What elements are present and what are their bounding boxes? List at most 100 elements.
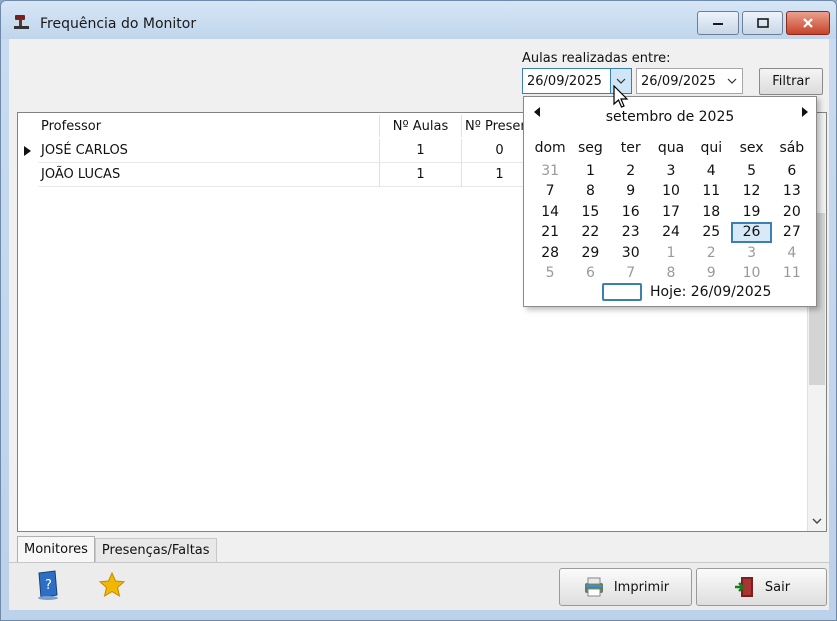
date-to-value: 26/09/2025 (641, 73, 716, 89)
calendar-day-selected[interactable]: 26 (731, 222, 772, 243)
bottom-toolbar: ? Imprimir Sair (9, 562, 829, 610)
cell-professor[interactable]: JOÃO LUCAS (38, 163, 380, 187)
cell-professor[interactable]: JOSÉ CARLOS (38, 139, 380, 163)
calendar-day[interactable]: 19 (731, 202, 771, 222)
weekday-label: dom (534, 140, 566, 156)
calendar-day[interactable]: 20 (772, 202, 812, 222)
title-bar[interactable]: Frequência do Monitor (1, 1, 836, 39)
calendar-day[interactable]: 3 (731, 243, 771, 263)
app-window: Frequência do Monitor Aulas realizadas e… (0, 0, 837, 621)
calendar-day[interactable]: 6 (772, 161, 812, 181)
calendar-day[interactable]: 17 (651, 202, 691, 222)
calendar-day[interactable]: 8 (570, 181, 610, 201)
calendar-day[interactable]: 9 (611, 181, 651, 201)
calendar-day[interactable]: 25 (691, 222, 731, 242)
minimize-button[interactable] (697, 11, 739, 35)
tab-strip: Monitores Presenças/Faltas (17, 536, 217, 562)
calendar-day[interactable]: 10 (731, 263, 771, 283)
calendar-day[interactable]: 2 (611, 161, 651, 181)
cell-aulas[interactable]: 1 (380, 163, 462, 187)
calendar-day[interactable]: 2 (691, 243, 731, 263)
calendar-day[interactable]: 21 (530, 222, 570, 242)
calendar-day[interactable]: 1 (651, 243, 691, 263)
calendar-day[interactable]: 11 (691, 181, 731, 201)
weekday-label: sex (739, 140, 764, 156)
today-swatch (602, 283, 642, 301)
calendar-day[interactable]: 12 (731, 181, 771, 201)
column-header-aulas[interactable]: Nº Aulas (380, 115, 462, 137)
calendar-day[interactable]: 22 (570, 222, 610, 242)
help-button[interactable]: ? (33, 569, 63, 601)
calendar-day[interactable]: 16 (611, 202, 651, 222)
calendar-day[interactable]: 5 (731, 161, 771, 181)
calendar-weekday-header: dom seg ter qua qui sex sáb (530, 140, 812, 156)
calendar-day[interactable]: 11 (772, 263, 812, 283)
exit-label: Sair (764, 579, 791, 595)
calendar-day[interactable]: 6 (570, 263, 610, 283)
calendar-day[interactable]: 7 (530, 181, 570, 201)
calendar-month-title[interactable]: setembro de 2025 (524, 109, 816, 125)
weekday-label: qua (657, 140, 685, 156)
maximize-icon (756, 18, 769, 28)
next-month-button[interactable] (802, 107, 808, 120)
calendar-week: 7 8 9 10 11 12 13 (530, 181, 812, 201)
tab-presencas-faltas[interactable]: Presenças/Faltas (94, 538, 217, 562)
calendar-day[interactable]: 28 (530, 243, 570, 263)
calendar-day[interactable]: 7 (611, 263, 651, 283)
close-icon (803, 18, 813, 28)
column-header-professor[interactable]: Professor (38, 115, 380, 137)
calendar-week: 21 22 23 24 25 26 27 (530, 222, 812, 243)
weekday-label: ter (620, 140, 641, 156)
calendar-popup: setembro de 2025 dom seg ter qua qui sex… (523, 96, 817, 307)
calendar-day[interactable]: 30 (611, 243, 651, 263)
today-label: Hoje: 26/09/2025 (650, 284, 772, 300)
calendar-day[interactable]: 8 (651, 263, 691, 283)
date-from-value: 26/09/2025 (527, 73, 602, 89)
table-row[interactable]: JOSÉ CARLOS 1 0 (18, 139, 538, 163)
scroll-down-icon[interactable] (808, 514, 826, 527)
calendar-day[interactable]: 18 (691, 202, 731, 222)
date-to-dropdown-button[interactable] (722, 69, 742, 93)
calendar-day[interactable]: 3 (651, 161, 691, 181)
calendar-day[interactable]: 1 (570, 161, 610, 181)
print-label: Imprimir (613, 579, 670, 595)
exit-door-icon (734, 577, 753, 597)
calendar-day[interactable]: 15 (570, 202, 610, 222)
today-link[interactable]: Hoje: 26/09/2025 (602, 283, 771, 301)
star-icon (98, 571, 126, 598)
table-row[interactable]: JOÃO LUCAS 1 1 (18, 163, 538, 187)
close-button[interactable] (786, 11, 830, 35)
print-button[interactable]: Imprimir (559, 568, 692, 606)
tab-monitores[interactable]: Monitores (17, 536, 95, 562)
calendar-day[interactable]: 24 (651, 222, 691, 242)
chevron-down-icon (727, 78, 737, 84)
calendar-day[interactable]: 9 (691, 263, 731, 283)
cell-aulas[interactable]: 1 (380, 139, 462, 163)
filter-button[interactable]: Filtrar (759, 68, 823, 95)
calendar-day[interactable]: 14 (530, 202, 570, 222)
minimize-icon (713, 23, 723, 25)
current-row-indicator-icon (22, 139, 32, 163)
date-to-picker[interactable]: 26/09/2025 (636, 68, 743, 94)
weekday-label: qui (700, 140, 723, 156)
calendar-day[interactable]: 10 (651, 181, 691, 201)
chevron-down-icon (616, 78, 626, 84)
date-range-label: Aulas realizadas entre: (522, 51, 671, 66)
maximize-button[interactable] (742, 11, 783, 35)
mouse-cursor-icon (613, 85, 629, 108)
favorite-button[interactable] (97, 569, 127, 601)
exit-button[interactable]: Sair (696, 568, 827, 606)
calendar-day[interactable]: 23 (611, 222, 651, 242)
calendar-day[interactable]: 4 (691, 161, 731, 181)
calendar-day[interactable]: 27 (772, 222, 812, 242)
calendar-day[interactable]: 5 (530, 263, 570, 283)
calendar-day[interactable]: 29 (570, 243, 610, 263)
calendar-week: 28 29 30 1 2 3 4 (530, 243, 812, 263)
calendar-week: 14 15 16 17 18 19 20 (530, 202, 812, 222)
calendar-week: 5 6 7 8 9 10 11 (530, 263, 812, 283)
calendar-day[interactable]: 13 (772, 181, 812, 201)
caret-right-icon (802, 107, 808, 117)
calendar-day[interactable]: 4 (772, 243, 812, 263)
calendar-day[interactable]: 31 (530, 161, 570, 181)
weekday-label: seg (578, 140, 603, 156)
